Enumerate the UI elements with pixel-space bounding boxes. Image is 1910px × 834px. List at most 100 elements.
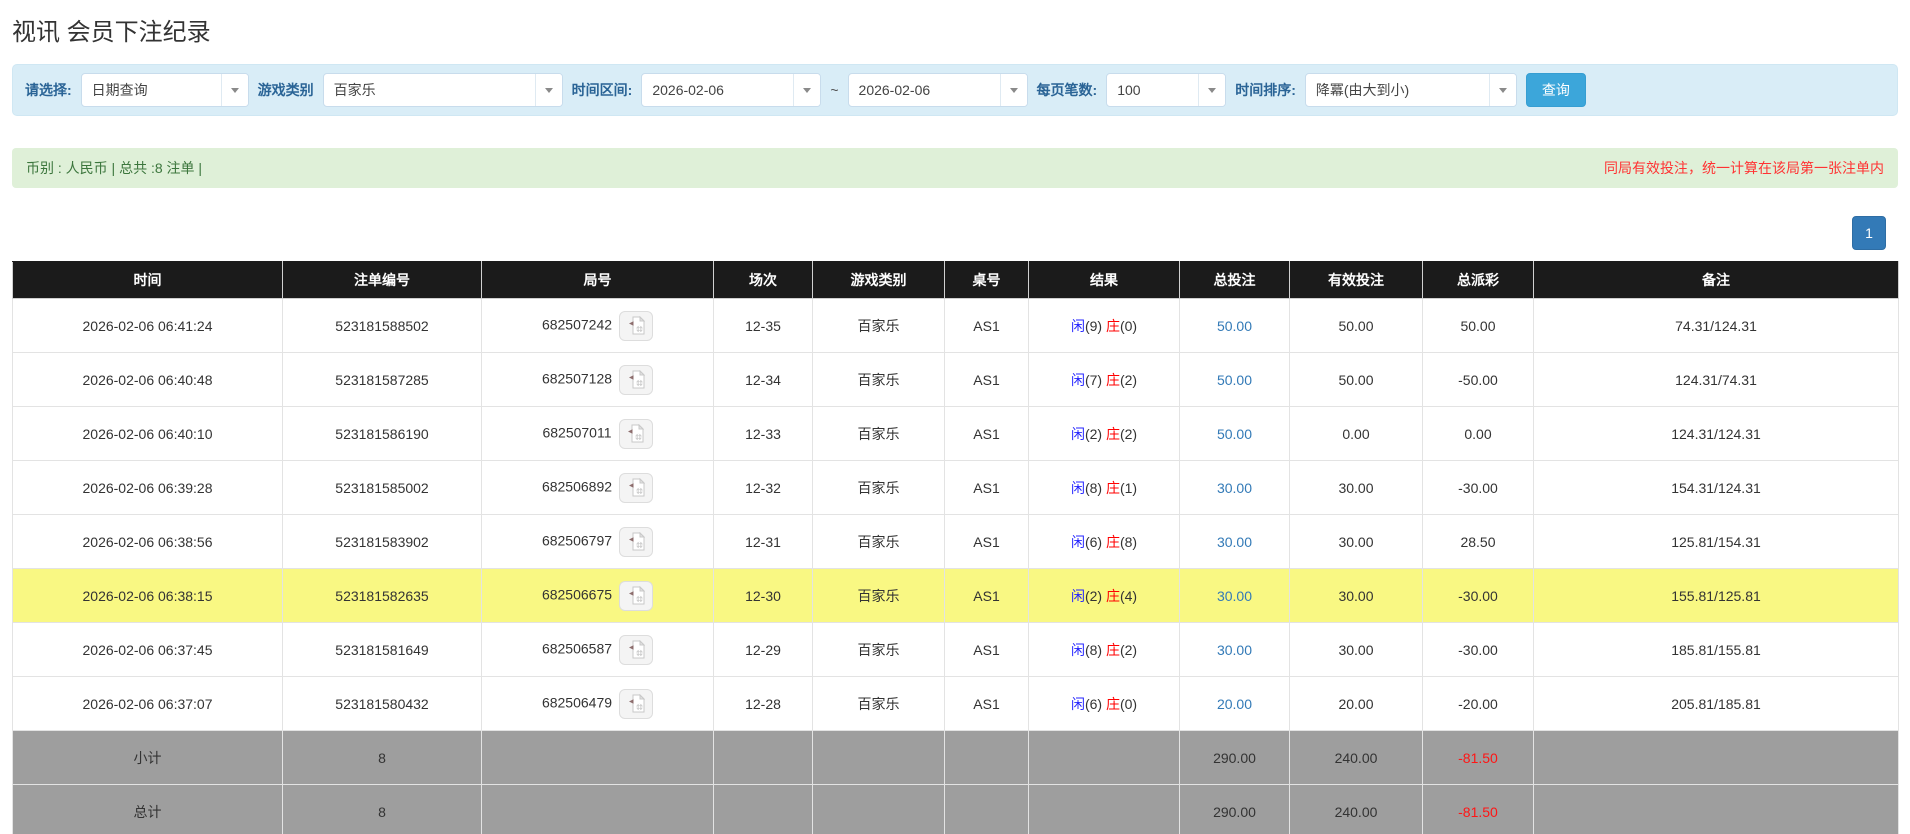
column-header-1: 注单编号 <box>282 261 482 299</box>
chevron-down-icon[interactable] <box>534 74 562 106</box>
video-replay-button[interactable] <box>619 364 654 395</box>
table-no-cell: AS1 <box>944 298 1029 353</box>
video-replay-button[interactable] <box>619 310 654 341</box>
payout-cell: -50.00 <box>1422 352 1534 407</box>
total-bet-link[interactable]: 30.00 <box>1217 588 1252 604</box>
video-replay-button[interactable] <box>619 526 654 557</box>
result-cell: 闲(8) 庄(2) <box>1028 622 1180 677</box>
total-bet-link[interactable]: 30.00 <box>1217 642 1252 658</box>
chevron-down-icon[interactable] <box>793 74 821 106</box>
video-replay-icon <box>628 532 645 551</box>
chevron-down-icon[interactable] <box>1488 74 1516 106</box>
summary-count-cell: 8 <box>282 730 482 785</box>
total-bet-cell: 30.00 <box>1179 568 1290 623</box>
video-replay-button[interactable] <box>619 580 654 611</box>
result-cell: 闲(6) 庄(0) <box>1028 676 1180 731</box>
round-cell: 682506892 <box>481 460 714 515</box>
summary-count-cell: 8 <box>282 784 482 834</box>
select-type-label: 请选择: <box>25 82 72 98</box>
time-cell: 2026-02-06 06:40:10 <box>12 406 283 461</box>
date-from-select[interactable]: 2026-02-06 <box>641 73 822 107</box>
video-replay-button[interactable] <box>618 418 653 449</box>
game-type-cell: 百家乐 <box>812 622 945 677</box>
video-replay-button[interactable] <box>619 688 654 719</box>
round-id: 682506892 <box>541 478 613 495</box>
column-header-5: 桌号 <box>944 261 1029 299</box>
sort-order-select[interactable]: 降冪(由大到小) <box>1304 73 1517 107</box>
payout-cell: -30.00 <box>1422 622 1534 677</box>
summary-empty-round <box>481 784 714 834</box>
result-cell: 闲(9) 庄(0) <box>1028 298 1180 353</box>
table-row: 2026-02-06 06:40:48 523181587285 682507128… <box>12 352 1899 407</box>
page-size-select[interactable]: 100 <box>1106 73 1227 107</box>
session-cell: 12-35 <box>713 298 813 353</box>
round-cell: 682506675 <box>481 568 714 623</box>
total-bet-link[interactable]: 20.00 <box>1217 696 1252 712</box>
page-size-value: 100 <box>1117 82 1141 98</box>
table-row: 2026-02-06 06:39:28 523181585002 682506892… <box>12 460 1899 515</box>
page: 视讯 会员下注纪录 请选择: 日期查询 游戏类别 百家乐 时间区间: 2026-… <box>0 16 1910 834</box>
total-bet-link[interactable]: 50.00 <box>1217 372 1252 388</box>
query-type-select[interactable]: 日期查询 <box>80 73 249 107</box>
video-replay-button[interactable] <box>619 472 654 503</box>
game-type-cell: 百家乐 <box>812 514 945 569</box>
result-banker: 庄 <box>1105 641 1120 658</box>
result-player: 闲 <box>1070 533 1085 550</box>
summary-total-bet-cell: 290.00 <box>1179 784 1290 834</box>
valid-bet-cell: 0.00 <box>1289 406 1423 461</box>
session-cell: 12-28 <box>713 676 813 731</box>
summary-payout-cell: -81.50 <box>1422 730 1534 785</box>
valid-bet-cell: 50.00 <box>1289 352 1423 407</box>
time-cell: 2026-02-06 06:39:28 <box>12 460 283 515</box>
table-body: 2026-02-06 06:41:24 523181588502 682507242… <box>12 298 1899 731</box>
total-bet-cell: 50.00 <box>1179 298 1290 353</box>
page-title: 视讯 会员下注纪录 <box>12 19 211 46</box>
round-id: 682506587 <box>541 640 613 657</box>
result-banker: 庄 <box>1105 317 1120 334</box>
total-bet-link[interactable]: 30.00 <box>1217 534 1252 550</box>
bet-records-table: 时间 注单编号 局号 场次 游戏类别 桌号 结果 总投注 有效投注 总派彩 备注 2026-02-0… <box>12 261 1899 834</box>
round-id: 682507011 <box>542 424 612 441</box>
total-bet-cell: 30.00 <box>1179 622 1290 677</box>
result-cell: 闲(7) 庄(2) <box>1028 352 1180 407</box>
valid-bet-cell: 30.00 <box>1289 622 1423 677</box>
query-type-value: 日期查询 <box>91 82 148 98</box>
table-no-cell: AS1 <box>944 568 1029 623</box>
note-cell: 155.81/125.81 <box>1533 568 1899 623</box>
table-row: 2026-02-06 06:40:10 523181586190 682507011… <box>12 406 1899 461</box>
round-cell: 682506797 <box>481 514 714 569</box>
date-from-value: 2026-02-06 <box>652 82 724 98</box>
page-1-button[interactable]: 1 <box>1852 216 1886 250</box>
round-cell: 682507242 <box>481 298 714 353</box>
total-bet-link[interactable]: 50.00 <box>1217 426 1252 442</box>
result-player: 闲 <box>1070 641 1085 658</box>
chevron-down-icon[interactable] <box>1198 74 1226 106</box>
valid-bet-cell: 20.00 <box>1289 676 1423 731</box>
summary-empty-round <box>481 730 714 785</box>
result-cell: 闲(8) 庄(1) <box>1028 460 1180 515</box>
result-banker-count: (4) <box>1119 587 1138 604</box>
total-bet-cell: 50.00 <box>1179 352 1290 407</box>
video-replay-button[interactable] <box>619 634 654 665</box>
session-cell: 12-30 <box>713 568 813 623</box>
summary-label-cell: 总计 <box>12 784 283 834</box>
video-replay-icon <box>628 370 645 389</box>
chevron-down-icon[interactable] <box>220 74 248 106</box>
result-cell: 闲(2) 庄(2) <box>1028 406 1180 461</box>
game-type-select[interactable]: 百家乐 <box>322 73 563 107</box>
total-bet-link[interactable]: 50.00 <box>1217 318 1252 334</box>
chevron-down-icon[interactable] <box>999 74 1027 106</box>
summary-total-bet-cell: 290.00 <box>1179 730 1290 785</box>
sort-order-label: 时间排序: <box>1235 82 1296 98</box>
payout-cell: -20.00 <box>1422 676 1534 731</box>
total-bet-link[interactable]: 30.00 <box>1217 480 1252 496</box>
total-bet-cell: 30.00 <box>1179 514 1290 569</box>
page-size-label: 每页笔数: <box>1036 82 1098 98</box>
payout-cell: 0.00 <box>1422 406 1534 461</box>
table-no-cell: AS1 <box>944 352 1029 407</box>
column-header-9: 总派彩 <box>1422 261 1534 299</box>
result-banker: 庄 <box>1105 371 1120 388</box>
search-button[interactable]: 查询 <box>1525 73 1586 107</box>
date-to-select[interactable]: 2026-02-06 <box>847 73 1028 107</box>
summary-valid-bet-cell: 240.00 <box>1289 730 1423 785</box>
